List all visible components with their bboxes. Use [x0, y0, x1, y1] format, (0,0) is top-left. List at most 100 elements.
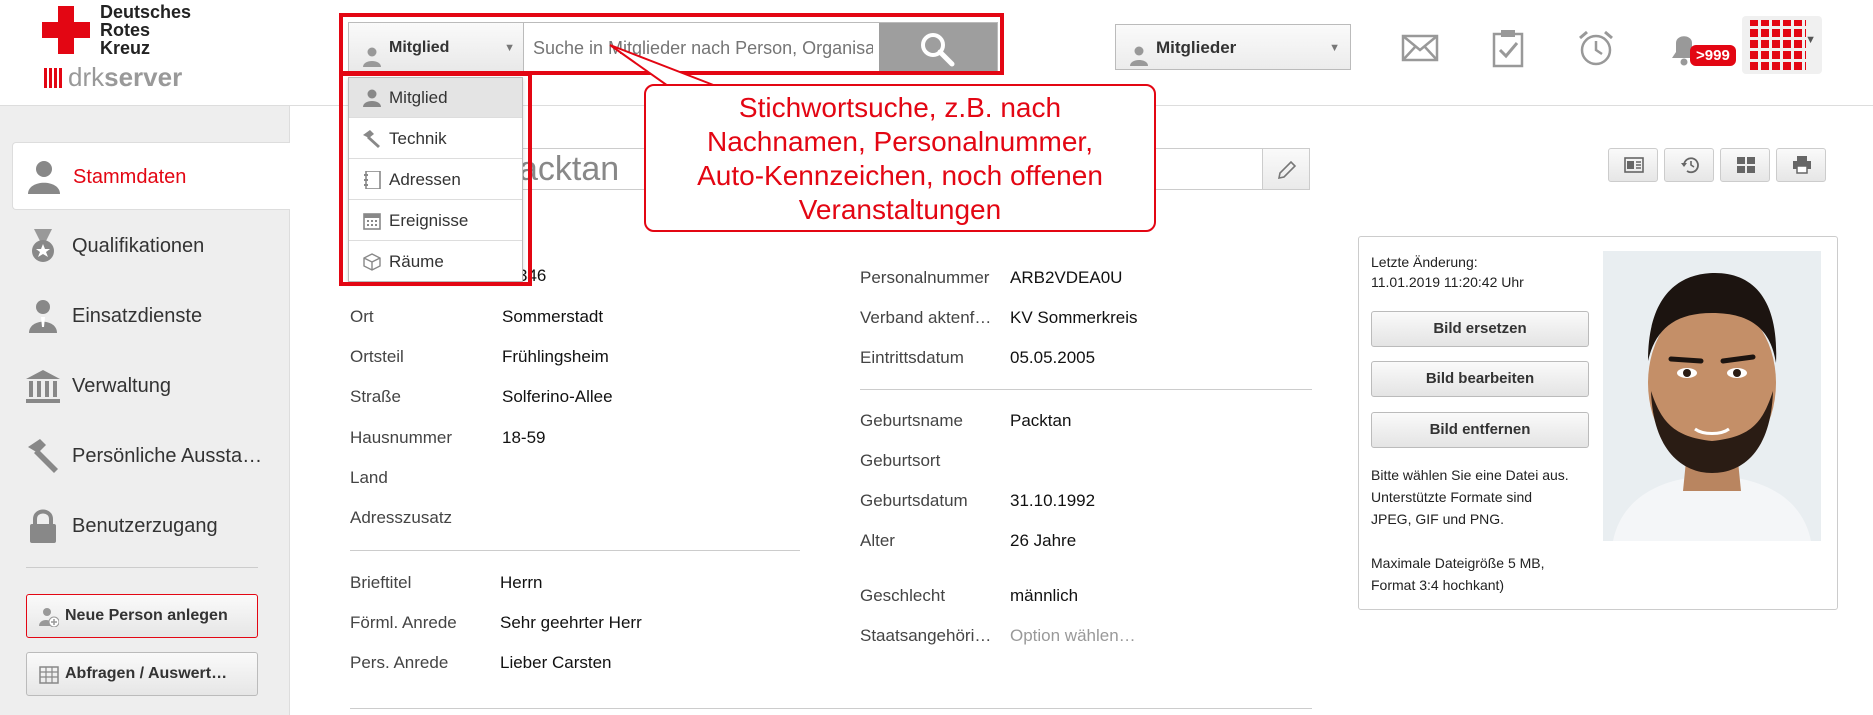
- id-card-button[interactable]: [1608, 148, 1658, 182]
- red-cross-icon: [42, 6, 90, 54]
- drk-logo[interactable]: Deutsches Rotes Kreuz drkserver: [40, 3, 260, 93]
- hammer-icon: [28, 439, 58, 473]
- field-value[interactable]: 26 Jahre: [1010, 531, 1076, 551]
- field-value[interactable]: Sommerstadt: [502, 307, 603, 327]
- sidebar-item-label: Benutzerzugang: [72, 515, 218, 537]
- field-value[interactable]: 31.10.1992: [1010, 491, 1095, 511]
- callout-line-2: Nachnamen, Personalnummer,: [707, 126, 1093, 157]
- profile-photo: [1603, 251, 1821, 541]
- callout-line-4: Veranstaltungen: [798, 194, 1002, 225]
- scope-select[interactable]: Mitglieder ▼: [1115, 24, 1351, 70]
- section-divider: [350, 708, 1312, 709]
- mail-icon[interactable]: [1400, 28, 1440, 68]
- field-value[interactable]: Herrn: [500, 573, 543, 593]
- field-value[interactable]: männlich: [1010, 586, 1078, 606]
- person-name: acktan: [519, 150, 620, 188]
- photo-panel: Letzte Änderung: 11.01.2019 11:20:42 Uhr…: [1358, 236, 1838, 610]
- wordmark-suffix: server: [104, 62, 183, 92]
- drkserver-wordmark: drkserver: [44, 62, 182, 93]
- queries-button[interactable]: Abfragen / Auswert…: [26, 652, 258, 696]
- printer-icon: [1793, 156, 1811, 174]
- chevron-down-icon: ▼: [1329, 42, 1340, 54]
- callout-line-3: Auto-Kennzeichen, noch offenen: [697, 160, 1103, 191]
- alarm-clock-icon[interactable]: [1576, 28, 1616, 68]
- sidebar-item-label: Verwaltung: [72, 375, 171, 397]
- table-icon: [39, 666, 59, 684]
- field-value[interactable]: 05.05.2005: [1010, 348, 1095, 368]
- field-label: Ort: [350, 307, 374, 326]
- upload-hint-4: Maximale Dateigröße 5 MB,: [1371, 555, 1545, 571]
- field-value[interactable]: Frühlingsheim: [502, 347, 609, 367]
- sidebar-item-label: Einsatzdienste: [72, 305, 203, 327]
- field-value[interactable]: Packtan: [1010, 411, 1071, 431]
- sidebar-item-verwaltung[interactable]: Verwaltung: [12, 352, 290, 420]
- sidebar-item-benutzerzugang[interactable]: Benutzerzugang: [12, 492, 290, 560]
- field-value[interactable]: ARB2VDEA0U: [1010, 268, 1122, 288]
- callout-line-1: Stichwortsuche, z.B. nach: [738, 92, 1062, 123]
- new-person-label: Neue Person anlegen: [65, 607, 228, 624]
- person-icon: [1130, 38, 1148, 84]
- last-change-value: 11.01.2019 11:20:42 Uhr: [1371, 274, 1524, 290]
- field-value[interactable]: 18-59: [502, 428, 545, 448]
- queries-label: Abfragen / Auswert…: [65, 665, 228, 682]
- medal-icon: [32, 229, 54, 262]
- edit-photo-button[interactable]: Bild bearbeiten: [1371, 361, 1589, 397]
- edit-name-button[interactable]: [1262, 148, 1310, 190]
- nationality-select[interactable]: Option wählen…: [1010, 626, 1136, 646]
- last-change-label: Letzte Änderung:: [1371, 254, 1478, 270]
- upload-hint-3: JPEG, GIF und PNG.: [1371, 511, 1505, 527]
- person-icon: [28, 161, 60, 194]
- field-label: Eintrittsdatum: [860, 348, 964, 367]
- sidebar-item-einsatzdienste[interactable]: Einsatzdienste: [12, 282, 290, 350]
- replace-photo-button[interactable]: Bild ersetzen: [1371, 311, 1589, 347]
- section-divider: [350, 550, 800, 551]
- field-label: Alter: [860, 531, 895, 550]
- sidebar-item-persoenliche-ausstattung[interactable]: Persönliche Aussta…: [12, 422, 290, 490]
- field-label: Staatsangehöri…: [860, 626, 992, 645]
- field-value[interactable]: Lieber Carsten: [500, 653, 612, 673]
- sidebar-item-qualifikationen[interactable]: Qualifikationen: [12, 212, 290, 280]
- sidebar: Stammdaten Qualifikationen Einsatzdienst…: [0, 106, 290, 715]
- tiles-button[interactable]: [1720, 148, 1770, 182]
- field-label: Geburtsname: [860, 411, 963, 430]
- field-label: Pers. Anrede: [350, 653, 449, 672]
- upload-hint-5: Format 3:4 hochkant): [1371, 577, 1505, 593]
- field-label: Brieftitel: [350, 573, 412, 592]
- field-label: Hausnummer: [350, 428, 453, 447]
- tiles-icon: [1737, 157, 1755, 173]
- new-person-button[interactable]: Neue Person anlegen: [26, 594, 258, 638]
- history-icon: [1681, 157, 1699, 174]
- annotation-frame-dropdown: [339, 72, 532, 286]
- field-label: Förml. Anrede: [350, 613, 457, 632]
- sidebar-divider: [26, 567, 258, 568]
- field-label: Land: [350, 468, 388, 487]
- field-value[interactable]: Sehr geehrter Herr: [500, 613, 642, 633]
- sidebar-item-label: Stammdaten: [73, 166, 187, 188]
- field-label: Personalnummer: [860, 268, 990, 287]
- field-label: Geschlecht: [860, 586, 946, 605]
- field-label: Verband aktenf…: [860, 308, 992, 327]
- annotation-callout: Stichwortsuche, z.B. nach Nachnamen, Per…: [644, 84, 1156, 232]
- logo-text: Deutsches Rotes Kreuz: [100, 3, 191, 58]
- sidebar-item-stammdaten[interactable]: Stammdaten: [12, 142, 290, 210]
- remove-photo-button[interactable]: Bild entfernen: [1371, 412, 1589, 448]
- print-button[interactable]: [1776, 148, 1826, 182]
- wordmark-prefix: drk: [68, 62, 105, 92]
- pencil-icon: [1277, 160, 1297, 180]
- sidebar-item-label: Qualifikationen: [72, 235, 205, 257]
- field-value[interactable]: Solferino-Allee: [502, 387, 613, 407]
- id-card-icon: [1624, 157, 1644, 173]
- scope-label: Mitglieder: [1156, 38, 1237, 57]
- field-label: Geburtsort: [860, 451, 941, 470]
- annotation-frame-search: [339, 13, 1004, 75]
- field-label: Ortsteil: [350, 347, 404, 366]
- field-value[interactable]: KV Sommerkreis: [1010, 308, 1138, 328]
- clipboard-check-icon[interactable]: [1488, 28, 1528, 68]
- apps-menu[interactable]: ▼: [1742, 16, 1822, 74]
- bars-icon: [44, 68, 64, 88]
- building-icon: [26, 370, 60, 403]
- upload-hint-1: Bitte wählen Sie eine Datei aus.: [1371, 467, 1569, 483]
- officer-icon: [29, 300, 57, 333]
- field-label: Straße: [350, 387, 402, 406]
- history-button[interactable]: [1664, 148, 1714, 182]
